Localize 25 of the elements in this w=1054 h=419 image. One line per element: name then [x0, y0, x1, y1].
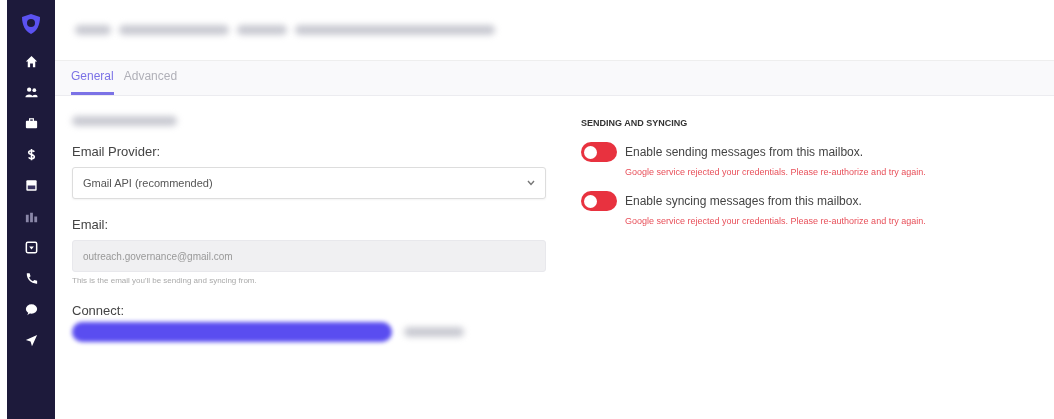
provider-dropdown[interactable]: Gmail API (recommended)	[72, 167, 546, 199]
toggle-switch[interactable]	[581, 191, 617, 211]
blurred-text	[404, 327, 464, 337]
toggle-label: Enable syncing messages from this mailbox.	[625, 194, 862, 208]
briefcase-icon	[23, 116, 39, 131]
help-text: This is the email you'll be sending and syncing from.	[72, 276, 258, 285]
section-heading: SENDING AND SYNCING	[581, 118, 689, 128]
tab[interactable]: Advanced	[123, 69, 178, 95]
download-icon	[23, 240, 39, 255]
inbox-icon	[23, 178, 39, 193]
chat-icon	[23, 302, 39, 317]
field-label: Email Provider:	[72, 144, 162, 159]
logo-icon[interactable]	[19, 12, 43, 36]
field-label: Connect:	[72, 303, 126, 318]
error-message: Google service rejected your credentials. Please re-authorize and try again.	[625, 167, 926, 177]
blurred-text	[237, 25, 287, 35]
toggle-label: Enable sending messages from this mailbox.	[625, 145, 864, 159]
error-message: Google service rejected your credentials. Please re-authorize and try again.	[625, 216, 926, 226]
blurred-text	[75, 25, 111, 35]
toggle-switch[interactable]	[581, 142, 617, 162]
caret-icon	[527, 180, 535, 186]
field-label: Email:	[72, 217, 110, 232]
tab[interactable]: General	[71, 69, 114, 95]
home-icon	[23, 54, 39, 69]
people-icon	[23, 85, 39, 100]
